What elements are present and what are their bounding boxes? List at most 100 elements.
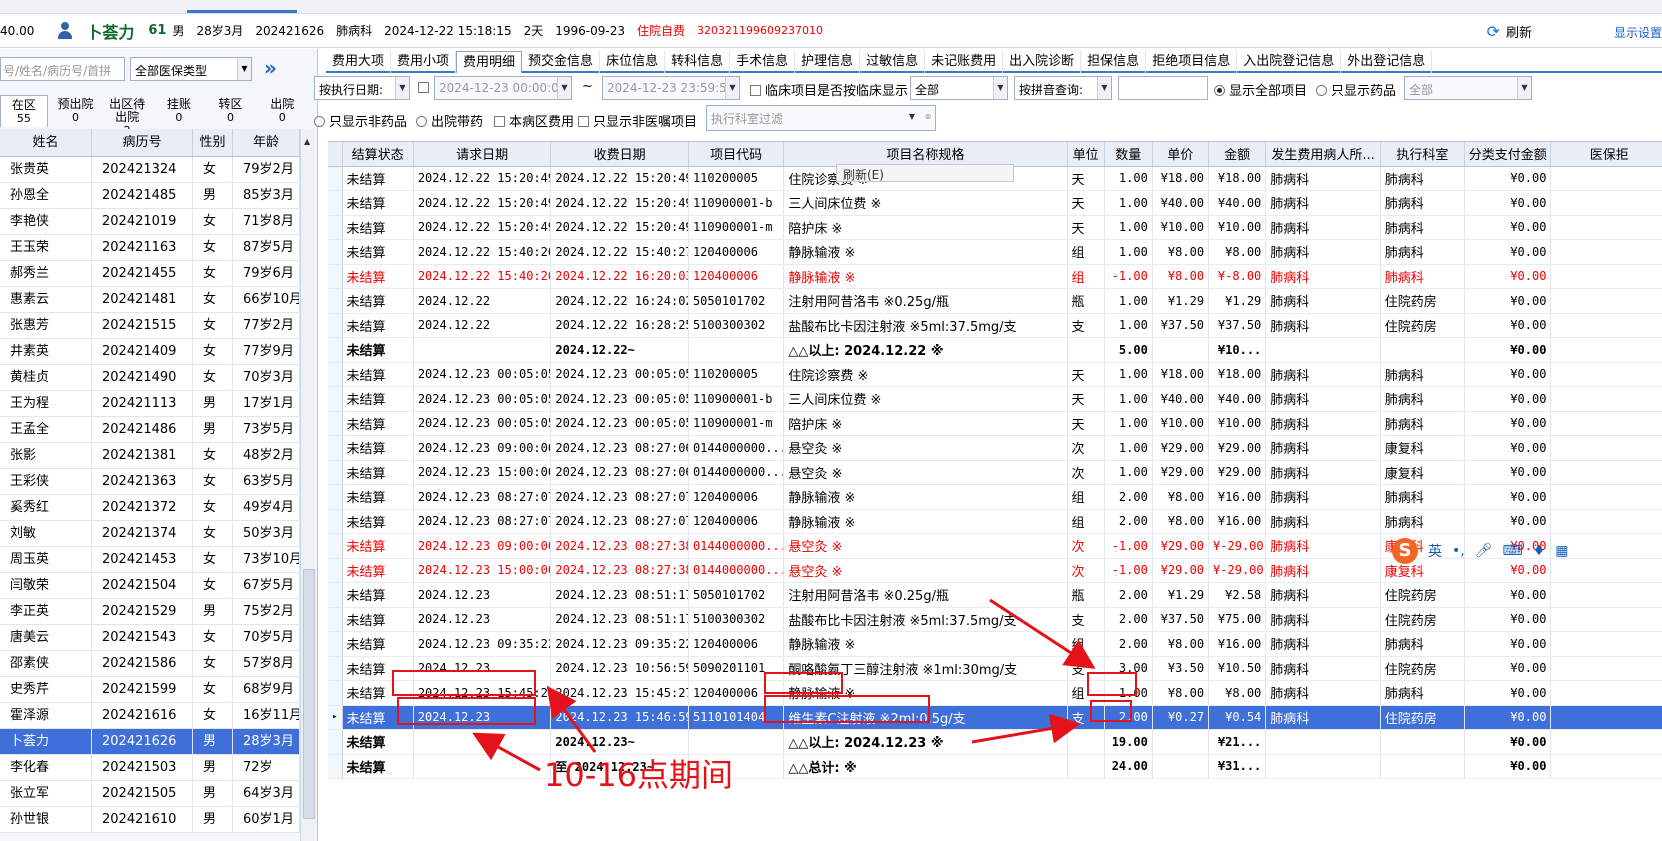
start-time-field[interactable]: 2024-12-23 00:00:00 ▼	[434, 76, 572, 100]
patient-row[interactable]: 闫敬荣 202421504 女 67岁5月	[0, 573, 300, 599]
punctuation-icon[interactable]: •,	[1452, 543, 1465, 559]
fee-row[interactable]: 未结算 2024.12.23 09:35:22 2024.12.23 09:35:2…	[328, 631, 1662, 657]
fee-row[interactable]: 未结算 2024.12.23 2024.12.23 08:51:17 50501017…	[328, 582, 1662, 608]
grid-col-12[interactable]: 医保拒	[1550, 142, 1662, 167]
fee-row[interactable]: 未结算 2024.12.23 00:05:05 2024.12.23 00:05:0…	[328, 362, 1662, 387]
patient-row[interactable]: 王为程 202421113 男 17岁1月	[0, 391, 300, 417]
refresh-button[interactable]: ⟳ 刷新	[1487, 22, 1532, 41]
tab-11[interactable]: 担保信息	[1081, 51, 1147, 73]
fee-row[interactable]: 未结算 2024.12.23 08:27:07 2024.12.23 08:27:0…	[328, 484, 1662, 510]
end-time-field[interactable]: 2024-12-23 23:59:59 ▼	[602, 76, 740, 100]
collapse-panel-icon[interactable]: »	[264, 56, 277, 80]
tab-5[interactable]: 转科信息	[665, 51, 731, 73]
patient-tab-4[interactable]: 转区 0	[207, 95, 255, 127]
subtotal-row[interactable]: 未结算 2024.12.23~ △△以上: 2024.12.23 ※ 19.00 ¥21…	[328, 729, 1662, 755]
grid-col-7[interactable]: 单价	[1152, 142, 1210, 167]
grid-col-3[interactable]: 项目代码	[688, 142, 785, 167]
tab-10[interactable]: 出入院诊断	[1003, 51, 1082, 73]
toolbox-icon[interactable]: ▦	[1555, 543, 1568, 559]
tab-6[interactable]: 手术信息	[730, 51, 796, 73]
subtotal-row[interactable]: 未结算至 2024.12.23~ △△总计: ※ 24.00 ¥31... ¥0.00	[328, 754, 1662, 779]
fee-row[interactable]: 未结算 2024.12.22 15:20:49 2024.12.22 15:20:4…	[328, 190, 1662, 216]
context-menu-refresh[interactable]: 刷新(E)	[836, 164, 1014, 182]
patient-row[interactable]: 王玉荣 202421163 女 87岁5月	[0, 235, 300, 261]
patient-row[interactable]: 史秀芹 202421599 女 68岁9月	[0, 677, 300, 703]
ward-fee-checkbox[interactable]: 本病区费用	[494, 111, 574, 130]
grid-col-9[interactable]: 发生费用病人所...	[1265, 142, 1381, 167]
pinyin-search-input[interactable]	[1118, 76, 1208, 100]
date-mode-select[interactable]: 按执行日期: ▼	[314, 76, 410, 100]
show-all-radio[interactable]: 显示全部项目	[1214, 80, 1307, 99]
fee-row[interactable]: 未结算 2024.12.23 00:05:05 2024.12.23 00:05:0…	[328, 386, 1662, 412]
show-settings-link[interactable]: 显示设置	[1614, 24, 1662, 41]
tab-14[interactable]: 外出登记信息	[1341, 51, 1433, 73]
fee-row[interactable]: 未结算 2024.12.22 15:40:26 2024.12.22 15:40:2…	[328, 239, 1662, 265]
patient-row[interactable]: 奚秀红 202421372 女 49岁4月	[0, 495, 300, 521]
patient-row[interactable]: 邵素侠 202421586 女 57岁8月	[0, 651, 300, 677]
patient-list-scrollbar[interactable]: ▲	[300, 129, 316, 841]
fee-row[interactable]: 未结算 2024.12.23 09:00:00 2024.12.23 08:27:0…	[328, 435, 1662, 461]
tab-12[interactable]: 拒绝项目信息	[1146, 51, 1238, 73]
grid-col-4[interactable]: 项目名称规格	[783, 142, 1068, 167]
tab-4[interactable]: 床位信息	[600, 51, 666, 73]
fee-row[interactable]: 未结算 2024.12.22 15:40:26 2024.12.22 16:20:0…	[328, 264, 1662, 289]
tab-13[interactable]: 入出院登记信息	[1237, 51, 1342, 73]
tab-8[interactable]: 过敏信息	[860, 51, 926, 73]
patient-row[interactable]: 孙世银 202421610 男 60岁1月	[0, 807, 300, 833]
tab-9[interactable]: 未记账费用	[925, 51, 1004, 73]
clear-icon[interactable]: ⊗	[921, 106, 935, 128]
date-enable-checkbox[interactable]	[418, 81, 433, 96]
col-name[interactable]: 姓名	[0, 129, 92, 156]
grid-col-1[interactable]: 请求日期	[413, 142, 552, 167]
scope-select[interactable]: 全部 ▼	[910, 76, 1008, 100]
patient-row[interactable]: 黄桂贞 202421490 女 70岁3月	[0, 365, 300, 391]
grid-col-10[interactable]: 执行科室	[1380, 142, 1466, 167]
patient-row[interactable]: 王孟全 202421486 男 73岁5月	[0, 417, 300, 443]
discharge-drug-radio[interactable]: 出院带药	[416, 111, 483, 130]
patient-row[interactable]: 张影 202421381 女 48岁2月	[0, 443, 300, 469]
patient-row[interactable]: 卜荟力 202421626 男 28岁3月	[0, 729, 300, 755]
fee-row[interactable]: 未结算 2024.12.23 08:27:07 2024.12.23 08:27:0…	[328, 509, 1662, 534]
grid-col-5[interactable]: 单位	[1067, 142, 1105, 167]
col-age[interactable]: 年龄	[233, 129, 300, 156]
grid-col-8[interactable]: 金额	[1208, 142, 1267, 167]
grid-col-11[interactable]: 分类支付金额	[1464, 142, 1552, 167]
non-order-checkbox[interactable]: 只显示非医嘱项目	[578, 111, 697, 130]
show-drug-radio[interactable]: 只显示药品	[1316, 80, 1396, 99]
patient-row[interactable]: 周玉英 202421453 女 73岁10月	[0, 547, 300, 573]
patient-row[interactable]: 李正英 202421529 男 75岁2月	[0, 599, 300, 625]
skin-icon[interactable]: ♦	[1533, 543, 1546, 559]
patient-row[interactable]: 张贵英 202421324 女 79岁2月	[0, 157, 300, 183]
tab-7[interactable]: 护理信息	[795, 51, 861, 73]
patient-row[interactable]: 刘敏 202421374 女 50岁3月	[0, 521, 300, 547]
patient-tab-0[interactable]: 在区 55	[0, 95, 48, 127]
microphone-icon[interactable]: 🎤︎	[1475, 543, 1493, 559]
tab-2[interactable]: 费用明细	[456, 51, 523, 73]
fee-row[interactable]: 未结算 2024.12.23 00:05:05 2024.12.23 00:05:0…	[328, 411, 1662, 436]
tab-1[interactable]: 费用小项	[391, 51, 457, 73]
keyboard-icon[interactable]: ⌨	[1503, 543, 1523, 559]
fee-row[interactable]: 未结算 2024.12.22 15:20:49 2024.12.22 15:20:4…	[328, 215, 1662, 240]
patient-row[interactable]: 孙恩全 202421485 男 85岁3月	[0, 183, 300, 209]
non-drug-radio[interactable]: 只显示非药品	[314, 111, 407, 130]
scroll-thumb[interactable]	[303, 569, 315, 819]
col-sex[interactable]: 性别	[193, 129, 233, 156]
ime-language[interactable]: 英	[1428, 541, 1442, 561]
patient-row[interactable]: 张惠芳 202421515 女 77岁2月	[0, 313, 300, 339]
fee-row[interactable]: 未结算 2024.12.22 2024.12.22 16:28:25 51003003…	[328, 313, 1662, 338]
fee-row[interactable]: 未结算 2024.12.23 2024.12.23 08:51:17 51003003…	[328, 607, 1662, 632]
fee-row[interactable]: 未结算 2024.12.22 2024.12.22 16:24:02 50501017…	[328, 288, 1662, 314]
pinyin-mode-select[interactable]: 按拼音查询: ▼	[1014, 76, 1112, 100]
sogou-ime-icon[interactable]: S	[1392, 538, 1418, 564]
dept-filter-input[interactable]: 执行科室过滤 ▼ ⊗	[706, 105, 936, 131]
patient-tab-2[interactable]: 出区待出院2	[103, 95, 151, 138]
subtotal-row[interactable]: 未结算 2024.12.22~ △△以上: 2024.12.22 ※ 5.00 ¥10.…	[328, 337, 1662, 363]
insurance-type-select[interactable]: 全部医保类型 ▼	[130, 57, 252, 81]
patient-row[interactable]: 霍泽源 202421616 女 16岁11月	[0, 703, 300, 729]
tab-3[interactable]: 预交金信息	[522, 51, 601, 73]
patient-row[interactable]: 张立军 202421505 男 64岁3月	[0, 781, 300, 807]
grid-col-2[interactable]: 收费日期	[550, 142, 689, 167]
patient-row[interactable]: 惠素云 202421481 女 66岁10月	[0, 287, 300, 313]
clinical-display-checkbox[interactable]: 临床项目是否按临床显示	[750, 80, 908, 99]
patient-row[interactable]: 郝秀兰 202421455 女 79岁6月	[0, 261, 300, 287]
